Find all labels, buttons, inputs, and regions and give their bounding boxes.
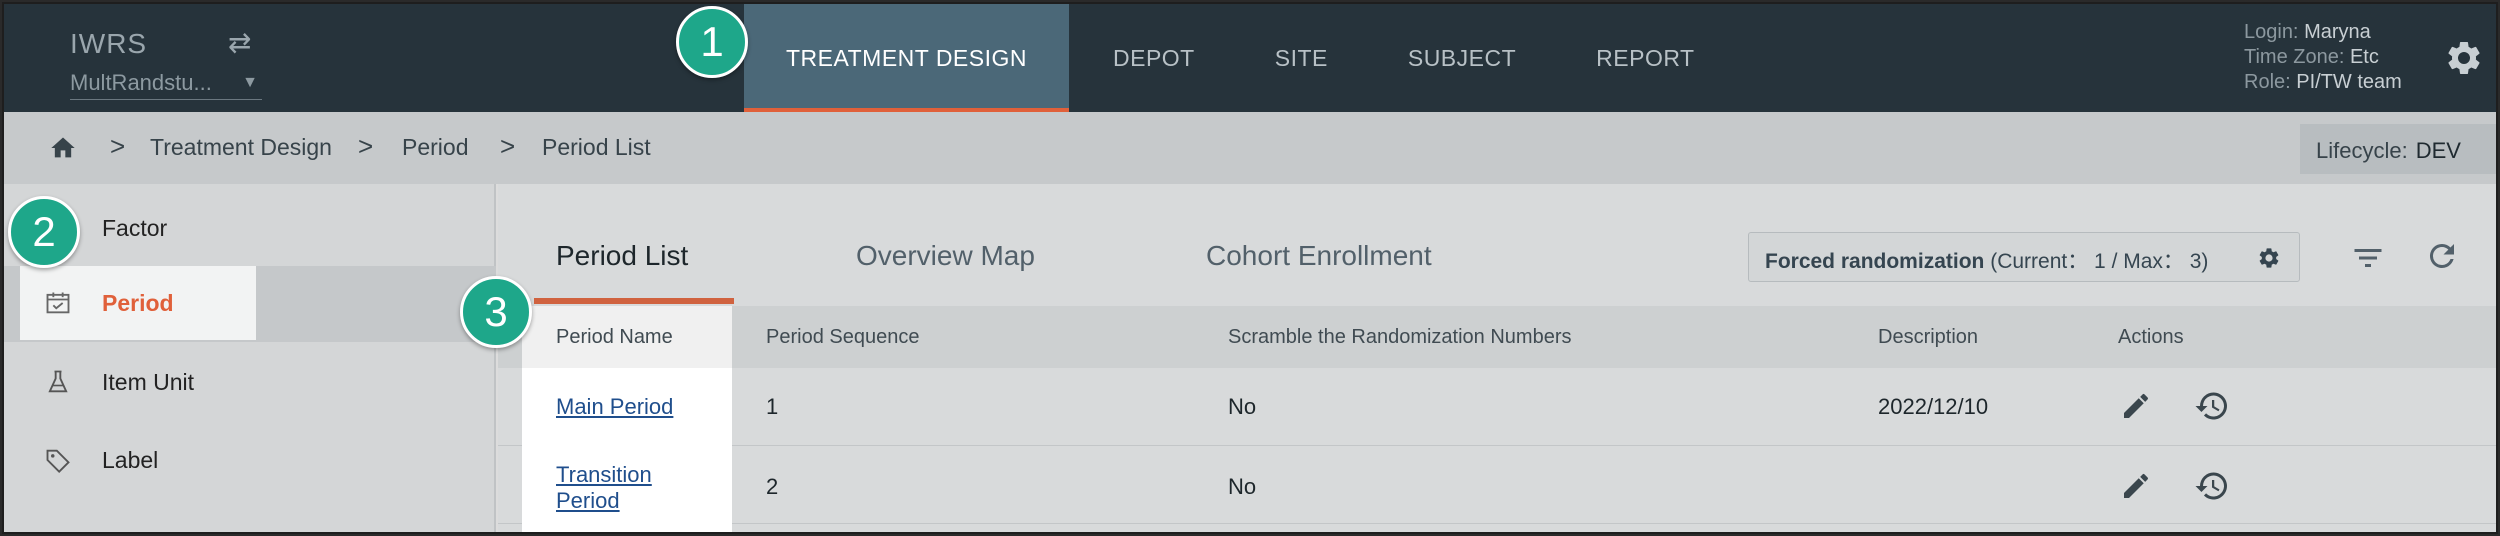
login-value: Maryna [2304, 21, 2371, 43]
sidebar-item-label: Label [102, 446, 159, 473]
period-name-link[interactable]: Main Period [556, 394, 673, 420]
nav-tab-label: REPORT [1596, 44, 1695, 71]
role-value: PI/TW team [2296, 71, 2402, 93]
role-line: Role: PI/TW team [2244, 70, 2402, 95]
forced-randomization-button[interactable]: Forced randomization (Current： 1 / Max： … [1748, 232, 2300, 282]
user-info: Login: Maryna Time Zone: Etc Role: PI/TW… [2244, 20, 2402, 95]
study-select[interactable]: MultRandstu... ▼ [70, 70, 262, 100]
breadcrumb-period-list: Period List [542, 134, 651, 160]
top-navigation: IWRS ⇄ MultRandstu... ▼ TREATMENT DESIGN… [4, 4, 2496, 112]
breadcrumb-separator: > [110, 131, 126, 161]
column-header-period-sequence[interactable]: Period Sequence [766, 326, 919, 349]
main-nav-tabs: TREATMENT DESIGN DEPOT SITE SUBJECT REPO… [744, 4, 1735, 112]
login-label: Login: [2244, 21, 2299, 43]
filter-icon[interactable] [2348, 240, 2388, 276]
nav-tab-site[interactable]: SITE [1235, 4, 1368, 112]
scramble-cell: No [1228, 474, 1257, 499]
timezone-label: Time Zone: [2244, 46, 2345, 68]
nav-tab-label: SUBJECT [1407, 44, 1517, 71]
column-header-period-name[interactable]: Period Name [556, 326, 673, 349]
nav-tab-treatment-design[interactable]: TREATMENT DESIGN [744, 4, 1069, 112]
sidebar-item-label: Factor [102, 214, 168, 241]
nav-tab-report[interactable]: REPORT [1556, 4, 1734, 112]
breadcrumb-period[interactable]: Period [402, 134, 468, 161]
scramble-cell: No [1228, 394, 1257, 419]
period-sequence-cell: 1 [766, 394, 779, 419]
description-cell: 2022/12/10 [1878, 394, 1989, 419]
history-icon[interactable] [2194, 388, 2230, 424]
sidebar-item-item-unit[interactable]: Item Unit [4, 344, 496, 420]
column-header-actions: Actions [2118, 326, 2184, 348]
app-window: IWRS ⇄ MultRandstu... ▼ TREATMENT DESIGN… [2, 2, 2498, 534]
swap-icon[interactable]: ⇄ [228, 26, 251, 59]
tab-period-list[interactable]: Period List [556, 240, 688, 272]
lifecycle-value: DEV [2415, 138, 2461, 163]
active-tab-indicator [534, 298, 734, 304]
content-tabs: Period List Overview Map Cohort Enrollme… [498, 184, 2496, 306]
forced-randomization-title: Forced randomization [1765, 250, 1985, 273]
breadcrumb-separator: > [500, 131, 516, 161]
nav-tab-label: TREATMENT DESIGN [786, 44, 1027, 71]
period-name-line: Period [556, 488, 620, 513]
breadcrumb-separator: > [358, 131, 374, 161]
brand-logo: IWRS [70, 28, 148, 59]
lifecycle-badge: Lifecycle: DEV [2300, 124, 2496, 174]
column-header-scramble[interactable]: Scramble the Randomization Numbers [1228, 326, 1572, 349]
breadcrumb: > Treatment Design > Period > Period Lis… [4, 112, 2496, 184]
period-sequence-cell: 2 [766, 474, 779, 499]
callout-badge-2: 2 [8, 196, 80, 268]
refresh-icon[interactable] [2424, 238, 2460, 274]
tab-cohort-enrollment[interactable]: Cohort Enrollment [1206, 240, 1432, 272]
edit-icon[interactable] [2120, 390, 2152, 422]
callout-badge-3: 3 [460, 276, 532, 348]
edit-icon[interactable] [2120, 470, 2152, 502]
login-line: Login: Maryna [2244, 20, 2402, 45]
history-icon[interactable] [2194, 468, 2230, 504]
sidebar-item-label: Item Unit [102, 368, 195, 395]
sidebar-item-period[interactable]: Period [20, 266, 256, 340]
callout-badge-1: 1 [676, 6, 748, 78]
forced-randomization-detail: (Current： 1 / Max： 3) [1990, 250, 2209, 273]
sidebar-item-label[interactable]: Label [4, 422, 496, 498]
breadcrumb-treatment-design[interactable]: Treatment Design [150, 134, 332, 161]
tag-icon [46, 449, 70, 473]
main-content: Period List Overview Map Cohort Enrollme… [498, 184, 2496, 532]
timezone-value: Etc [2349, 46, 2379, 68]
gear-icon [2259, 248, 2279, 268]
flask-icon [48, 370, 68, 393]
period-name-line: Transition [556, 462, 652, 487]
lifecycle-label: Lifecycle: [2316, 138, 2408, 163]
study-select-value: MultRandstu... [70, 70, 212, 95]
nav-tab-depot[interactable]: DEPOT [1073, 4, 1235, 112]
timezone-line: Time Zone: Etc [2244, 45, 2402, 70]
home-icon[interactable] [48, 134, 78, 162]
tab-overview-map[interactable]: Overview Map [856, 240, 1035, 272]
column-header-description[interactable]: Description [1878, 326, 1978, 349]
nav-tab-label: SITE [1274, 44, 1328, 71]
period-name-link[interactable]: Transition Period [556, 462, 652, 514]
nav-tab-subject[interactable]: SUBJECT [1368, 4, 1556, 112]
sidebar-item-label: Period [102, 289, 174, 316]
chevron-down-icon: ▼ [242, 74, 258, 91]
nav-tab-label: DEPOT [1113, 44, 1195, 71]
role-label: Role: [2244, 71, 2291, 93]
gear-icon[interactable] [2444, 38, 2484, 78]
calendar-icon [46, 292, 70, 314]
